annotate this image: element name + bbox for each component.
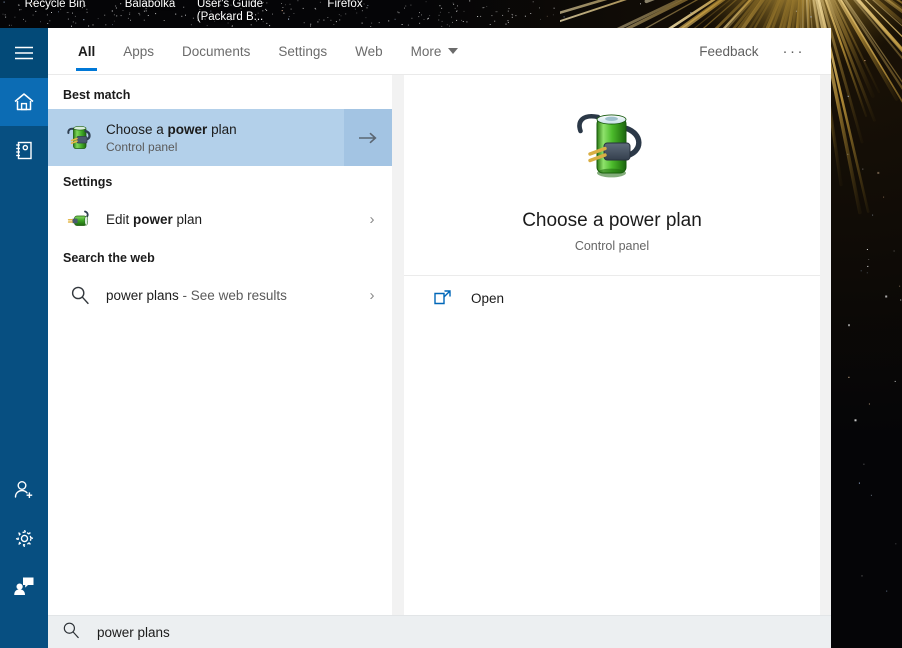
notebook-icon	[15, 141, 32, 159]
search-input[interactable]: power plans	[97, 625, 170, 640]
preview-hero: Choose a power plan Control panel	[404, 75, 820, 276]
preview-panel-wrapper: Choose a power plan Control panel Open	[392, 75, 831, 615]
ellipsis-icon: ···	[782, 42, 805, 60]
filter-tabs-bar: All Apps Documents Settings Web More Fee…	[48, 28, 831, 75]
home-icon	[14, 93, 34, 111]
tab-settings[interactable]: Settings	[264, 28, 341, 74]
search-bar[interactable]: power plans	[48, 615, 831, 648]
result-text: Edit power plan	[99, 211, 352, 228]
tab-label: Apps	[123, 43, 155, 59]
search-flyout: All Apps Documents Settings Web More Fee…	[0, 28, 831, 648]
result-text: power plans - See web results	[99, 287, 352, 304]
web-query: power plans	[106, 287, 179, 303]
tab-more[interactable]: More	[397, 28, 473, 74]
desktop-icon-label: Recycle Bin	[24, 0, 86, 10]
open-label: Open	[471, 291, 505, 306]
desktop-icon-labels: Recycle Bin Balabolka User's Guide (Pack…	[0, 0, 560, 28]
power-plan-icon	[61, 121, 99, 155]
tab-all[interactable]: All	[64, 28, 109, 74]
feedback-button[interactable]: Feedback	[687, 28, 770, 74]
title-suffix: plan	[207, 121, 237, 137]
edit-power-plan-icon	[61, 206, 99, 232]
result-item-best-match[interactable]: Choose a power plan Control panel	[48, 109, 392, 166]
tabs-spacer	[472, 28, 687, 74]
preview-open-button[interactable]: Open	[404, 276, 820, 321]
hamburger-icon	[15, 46, 33, 60]
result-text: Choose a power plan Control panel	[99, 121, 344, 155]
preview-title: Choose a power plan	[522, 210, 702, 231]
tab-label: Settings	[278, 43, 328, 59]
tab-label: Documents	[182, 43, 251, 59]
flyout-content: Best match Choose a power plan Control p…	[48, 75, 831, 615]
more-options-button[interactable]: ···	[771, 28, 818, 74]
open-external-icon	[434, 289, 451, 308]
chevron-right-icon[interactable]: ›	[352, 287, 392, 304]
title-prefix: Edit	[106, 211, 134, 227]
section-header-best-match: Best match	[63, 88, 131, 102]
result-subtitle: Control panel	[106, 139, 178, 154]
sidebar-item-settings[interactable]	[0, 514, 48, 562]
title-prefix: Choose a	[106, 121, 168, 137]
preview-subtitle: Control panel	[574, 239, 650, 253]
desktop-icon-label: User's Guide	[196, 0, 264, 10]
result-title: power plans - See web results	[106, 287, 352, 304]
title-match: power	[133, 211, 173, 227]
results-list: Best match Choose a power plan Control p…	[48, 75, 392, 615]
gear-icon	[15, 529, 33, 547]
desktop-icon-label: (Packard B...	[196, 11, 264, 23]
tab-web[interactable]: Web	[341, 28, 397, 74]
hamburger-menu-button[interactable]	[0, 28, 48, 78]
sidebar-item-home[interactable]	[0, 78, 48, 126]
arrow-right-icon	[359, 132, 377, 143]
flyout-body: All Apps Documents Settings Web More Fee…	[48, 28, 831, 648]
sidebar-item-feedback[interactable]	[0, 562, 48, 610]
feedback-icon	[14, 577, 34, 595]
tab-apps[interactable]: Apps	[109, 28, 168, 74]
result-title: Choose a power plan	[106, 121, 344, 138]
best-match-expand-button[interactable]	[344, 109, 392, 166]
tab-label: More	[410, 43, 442, 59]
section-header-search-the-web: Search the web	[63, 251, 155, 265]
feedback-label: Feedback	[699, 43, 759, 59]
tab-documents[interactable]: Documents	[168, 28, 264, 74]
desktop-icon-label: Firefox	[327, 0, 363, 10]
web-suffix: - See web results	[178, 287, 287, 303]
section-header-settings: Settings	[63, 175, 113, 189]
tab-label: Web	[355, 43, 383, 59]
search-icon	[62, 621, 80, 644]
sidebar-item-account[interactable]	[0, 466, 48, 514]
tab-label: All	[78, 43, 96, 59]
chevron-right-icon[interactable]: ›	[352, 211, 392, 228]
preview-panel: Choose a power plan Control panel Open	[404, 75, 820, 615]
chevron-down-icon	[448, 48, 459, 54]
result-title: Edit power plan	[106, 211, 352, 228]
left-rail	[0, 28, 48, 648]
desktop-icon-label: Balabolka	[124, 0, 176, 10]
result-item-web-search[interactable]: power plans - See web results ›	[48, 272, 392, 318]
add-account-icon	[14, 481, 33, 498]
search-icon	[61, 285, 99, 305]
result-item-edit-power-plan[interactable]: Edit power plan ›	[48, 196, 392, 242]
title-suffix: plan	[172, 211, 203, 227]
sidebar-item-notebook[interactable]	[0, 126, 48, 174]
title-match: power	[167, 121, 208, 137]
power-plan-icon-large	[569, 103, 655, 194]
